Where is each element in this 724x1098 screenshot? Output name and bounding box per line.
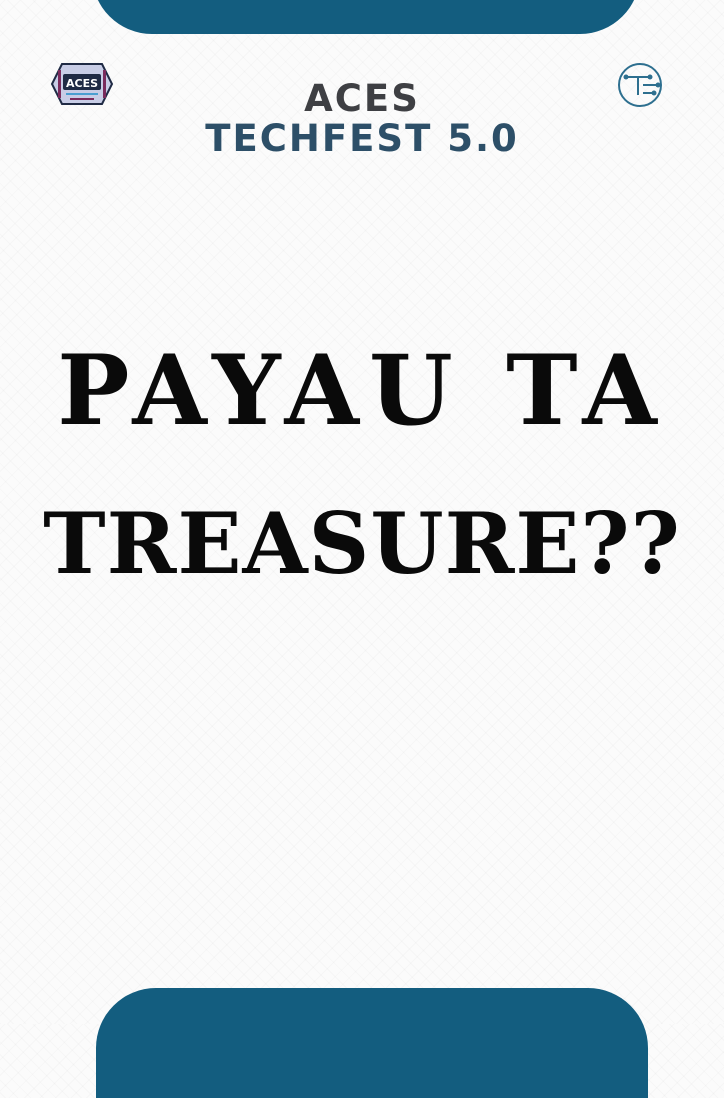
bottom-decorative-shape <box>96 988 648 1098</box>
main-title-line-2: TREASURE?? <box>43 494 681 593</box>
main-title-line-1: PAYAU TA <box>57 334 667 447</box>
techfest-circuit-logo-icon <box>612 60 668 110</box>
top-decorative-shape <box>92 0 640 34</box>
event-name: TECHFEST 5.0 <box>205 117 519 160</box>
